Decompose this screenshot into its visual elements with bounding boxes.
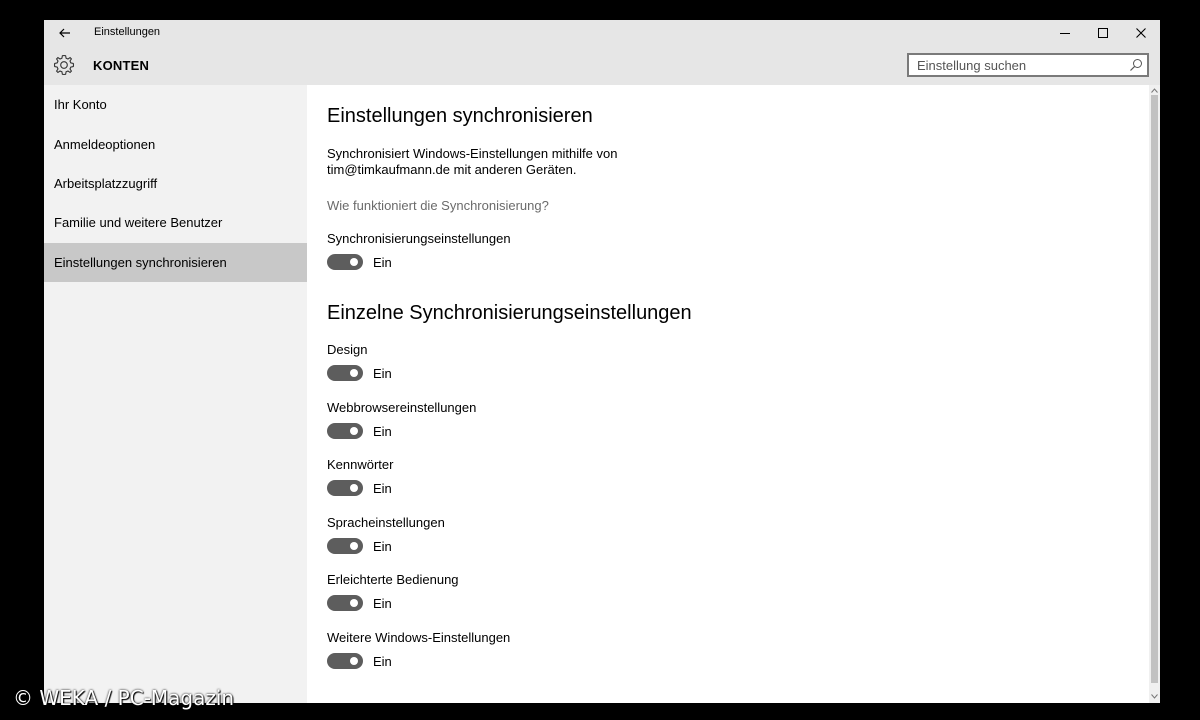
master-sync-label: Synchronisierungseinstellungen: [327, 231, 511, 246]
gear-icon: [53, 54, 75, 76]
toggle-knob: [350, 484, 358, 492]
section-title: KONTEN: [93, 58, 150, 73]
toggle-knob: [350, 657, 358, 665]
subheading: Einzelne Synchronisierungseinstellungen: [327, 302, 692, 324]
chevron-down-icon: [1151, 693, 1158, 699]
master-sync-toggle-row: Ein: [327, 253, 392, 271]
toggle-row-design: Ein: [327, 364, 392, 382]
minimize-button[interactable]: [1046, 20, 1084, 45]
help-link[interactable]: Wie funktioniert die Synchronisierung?: [327, 198, 549, 213]
sidebar: Ihr Konto Anmeldeoptionen Arbeitsplatzzu…: [44, 85, 307, 703]
toggle-label-bedienung: Erleichterte Bedienung: [327, 572, 459, 587]
search-input[interactable]: [909, 55, 1127, 75]
page-title: Einstellungen synchronisieren: [327, 105, 593, 127]
toggle-state: Ein: [373, 538, 392, 554]
toggle-knob: [350, 542, 358, 550]
title-bar: Einstellungen: [44, 20, 1160, 45]
sidebar-item-arbeitsplatzzugriff[interactable]: Arbeitsplatzzugriff: [44, 164, 307, 203]
toggle-knob: [350, 427, 358, 435]
weitere-toggle[interactable]: [327, 653, 363, 669]
toggle-row-kennwoerter: Ein: [327, 479, 392, 497]
back-arrow-icon: [59, 28, 70, 37]
toggle-state: Ein: [373, 653, 392, 669]
scroll-down-button[interactable]: [1149, 691, 1160, 701]
search-icon[interactable]: [1129, 58, 1143, 72]
toggle-label-kennwoerter: Kennwörter: [327, 457, 394, 472]
sidebar-item-familie[interactable]: Familie und weitere Benutzer: [44, 203, 307, 242]
minimize-icon: [1060, 32, 1070, 34]
main-content: Einstellungen synchronisieren Synchronis…: [307, 85, 1160, 703]
description-line-1: Synchronisiert Windows-Einstellungen mit…: [327, 146, 618, 161]
toggle-row-webbrowser: Ein: [327, 422, 392, 440]
toggle-row-sprache: Ein: [327, 537, 392, 555]
sidebar-item-ihr-konto[interactable]: Ihr Konto: [44, 85, 307, 124]
kennwoerter-toggle[interactable]: [327, 480, 363, 496]
sidebar-item-anmeldeoptionen[interactable]: Anmeldeoptionen: [44, 125, 307, 164]
toggle-state: Ein: [373, 595, 392, 611]
description-line-2: tim@timkaufmann.de mit anderen Geräten.: [327, 162, 577, 177]
toggle-label-webbrowser: Webbrowsereinstellungen: [327, 400, 477, 415]
toggle-knob: [350, 258, 358, 266]
close-button[interactable]: [1122, 20, 1160, 45]
scroll-up-button[interactable]: [1149, 85, 1160, 95]
toggle-state: Ein: [373, 365, 392, 381]
settings-header: KONTEN: [44, 45, 1160, 85]
toggle-row-bedienung: Ein: [327, 594, 392, 612]
maximize-icon: [1098, 27, 1108, 38]
vertical-scrollbar[interactable]: [1149, 85, 1160, 703]
maximize-button[interactable]: [1084, 20, 1122, 45]
toggle-knob: [350, 599, 358, 607]
settings-window: Einstellungen KONTEN Einstellung suchen …: [44, 20, 1160, 703]
back-button[interactable]: [50, 20, 80, 45]
scrollbar-thumb[interactable]: [1151, 95, 1158, 683]
toggle-state: Ein: [373, 254, 392, 270]
master-sync-toggle[interactable]: [327, 254, 363, 270]
webbrowser-toggle[interactable]: [327, 423, 363, 439]
design-toggle[interactable]: [327, 365, 363, 381]
toggle-label-design: Design: [327, 342, 368, 357]
sidebar-item-sync[interactable]: Einstellungen synchronisieren: [44, 243, 307, 282]
toggle-label-weitere: Weitere Windows-Einstellungen: [327, 630, 511, 645]
toggle-state: Ein: [373, 480, 392, 496]
search-box[interactable]: [907, 53, 1149, 77]
chevron-up-icon: [1151, 87, 1158, 93]
copyright-watermark: © WEKA / PC-Magazin: [13, 686, 235, 710]
bedienung-toggle[interactable]: [327, 595, 363, 611]
sprache-toggle[interactable]: [327, 538, 363, 554]
toggle-knob: [350, 369, 358, 377]
toggle-state: Ein: [373, 423, 392, 439]
toggle-label-sprache: Spracheinstellungen: [327, 515, 445, 530]
close-icon: [1136, 27, 1146, 38]
window-title: Einstellungen: [94, 26, 161, 38]
toggle-row-weitere: Ein: [327, 652, 392, 670]
